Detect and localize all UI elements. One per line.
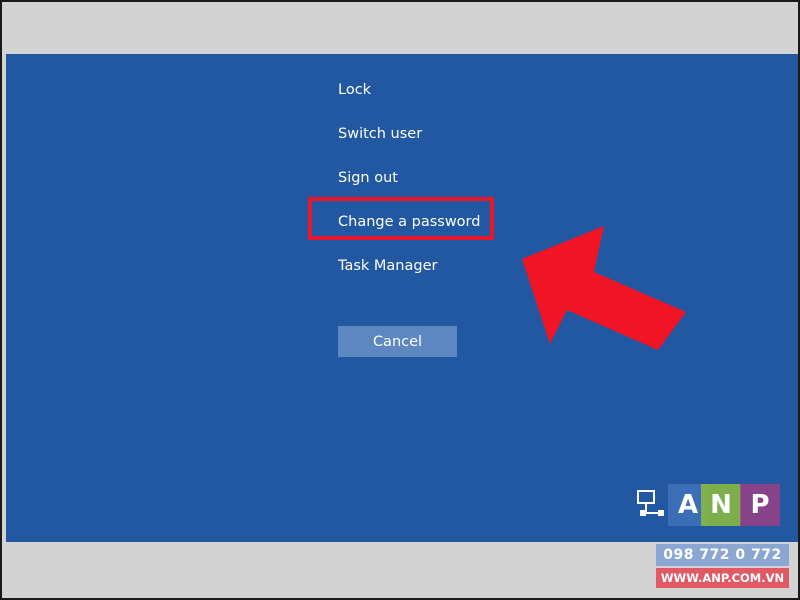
watermark-website: WWW.ANP.COM.VN: [656, 568, 789, 588]
logo-block-n: N: [701, 484, 741, 526]
menu-item-lock[interactable]: Lock: [338, 81, 371, 99]
cancel-button[interactable]: Cancel: [338, 326, 457, 357]
menu-item-change-password[interactable]: Change a password: [338, 213, 480, 231]
security-options-screen: Lock Switch user Sign out Change a passw…: [6, 54, 798, 542]
menu-item-task-manager[interactable]: Task Manager: [338, 257, 437, 275]
network-monitor-icon: [637, 490, 664, 516]
menu-item-switch-user[interactable]: Switch user: [338, 125, 422, 143]
logo-block-p: P: [740, 484, 780, 526]
menu-item-sign-out[interactable]: Sign out: [338, 169, 398, 187]
screenshot-frame: Lock Switch user Sign out Change a passw…: [0, 0, 800, 600]
anp-logo-blocks: A N P: [668, 484, 788, 526]
annotation-arrow-shape: [522, 226, 686, 350]
watermark-phone: 098 772 0 772: [656, 544, 789, 566]
anp-logo: A N P: [632, 482, 792, 528]
